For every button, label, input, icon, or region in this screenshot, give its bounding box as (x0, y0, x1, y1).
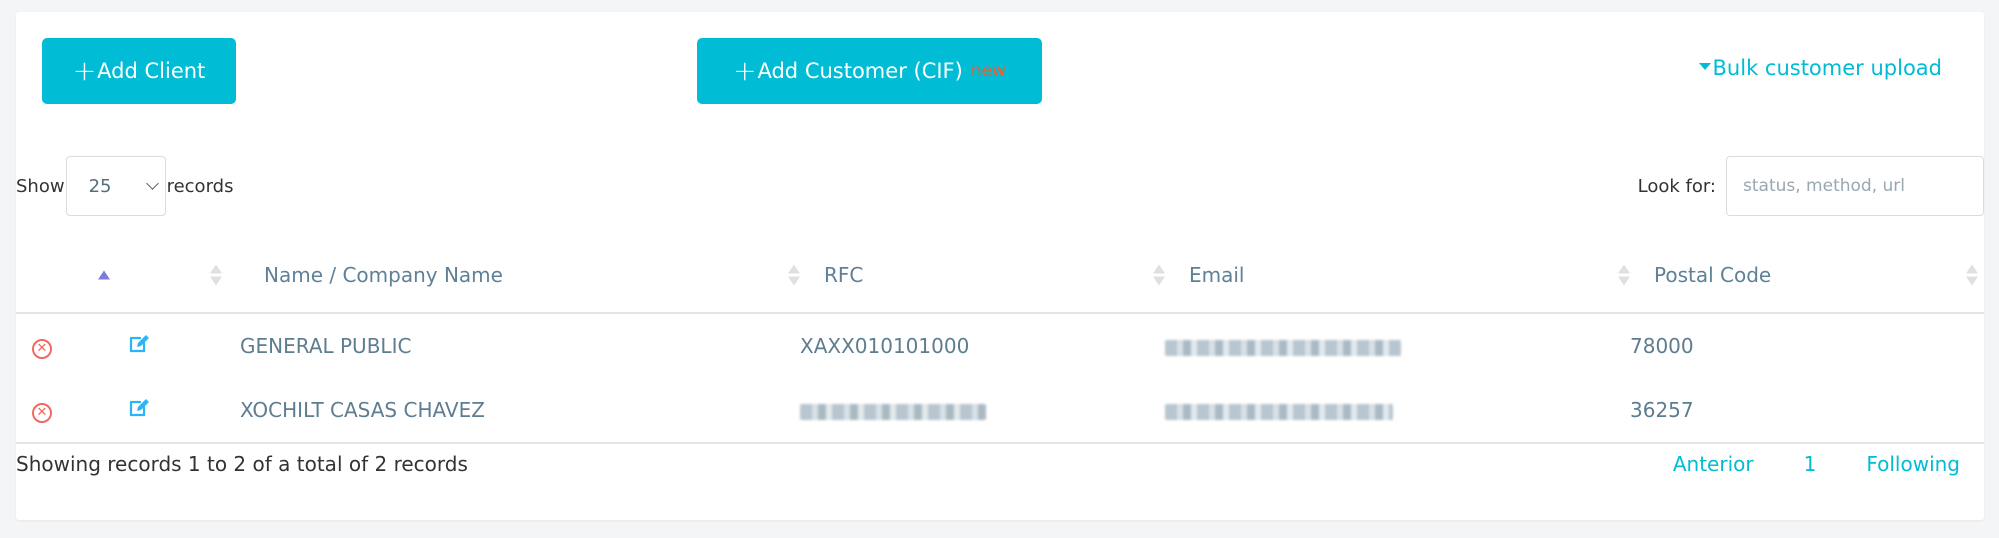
table-info: Showing records 1 to 2 of a total of 2 r… (16, 452, 468, 476)
pagination-next[interactable]: Following (1866, 452, 1960, 476)
clients-table: Name / Company Name RFC Email Postal Cod… (16, 238, 1984, 444)
client-postal-code: 36257 (1630, 398, 1694, 422)
client-name: XOCHILT CASAS CHAVEZ (240, 398, 485, 422)
add-client-label: Add Client (97, 59, 206, 83)
pagination-previous[interactable]: Anterior (1673, 452, 1754, 476)
records-per-page-select[interactable]: 25 (65, 156, 166, 216)
client-email-redacted (1165, 339, 1401, 356)
sort-icon (1153, 264, 1165, 286)
show-label: Show (16, 175, 65, 197)
bulk-upload-label: Bulk customer upload (1712, 56, 1942, 80)
column-header-name[interactable]: Name / Company Name (240, 238, 800, 314)
column-header-email[interactable]: Email (1165, 238, 1630, 314)
delete-icon[interactable]: ✕ (32, 338, 52, 359)
records-label: records (166, 175, 234, 197)
client-rfc: XAXX010101000 (800, 334, 970, 358)
edit-icon[interactable] (128, 397, 150, 424)
add-client-button[interactable]: + Add Client (42, 38, 236, 104)
client-email-redacted (1165, 403, 1393, 420)
column-label: RFC (824, 263, 864, 287)
column-label: Postal Code (1654, 263, 1772, 287)
sort-icon (1966, 264, 1978, 286)
table-row: ✕ GENERAL PUBLIC XAXX010101000 78000 (16, 313, 1984, 378)
caret-down-icon (1698, 62, 1711, 70)
client-postal-code: 78000 (1630, 334, 1694, 358)
bulk-customer-upload-toggle[interactable]: Bulk customer upload (1698, 56, 1942, 80)
search-control: Look for: (1638, 156, 1984, 216)
column-header-delete[interactable] (16, 238, 128, 314)
sort-icon (1618, 264, 1630, 286)
plus-icon: + (72, 54, 97, 87)
plus-icon: + (733, 54, 757, 87)
edit-icon[interactable] (128, 333, 150, 360)
add-customer-label: Add Customer (CIF) (757, 59, 963, 83)
clients-panel: + Add Client + Add Customer (CIF) new Bu… (16, 12, 1984, 520)
client-rfc-redacted (800, 403, 986, 420)
table-header-row: Name / Company Name RFC Email Postal Cod… (16, 238, 1984, 314)
records-length-control: Show 25 records (16, 156, 233, 216)
column-label: Name / Company Name (264, 263, 503, 287)
column-header-postal-code[interactable]: Postal Code (1630, 238, 1984, 314)
add-customer-cif-button[interactable]: + Add Customer (CIF) new (697, 38, 1042, 104)
delete-icon[interactable]: ✕ (32, 402, 52, 423)
sort-asc-icon (98, 270, 110, 280)
chevron-down-icon (145, 176, 159, 190)
new-badge: new (970, 61, 1006, 81)
search-input[interactable] (1726, 156, 1984, 216)
pagination-page-1[interactable]: 1 (1804, 452, 1817, 476)
column-header-rfc[interactable]: RFC (800, 238, 1165, 314)
sort-icon (788, 264, 800, 286)
pagination: Anterior 1 Following (1673, 452, 1960, 476)
sort-icon (210, 264, 222, 286)
records-per-page-value: 25 (88, 175, 112, 197)
column-header-edit[interactable] (128, 238, 240, 314)
table-row: ✕ XOCHILT CASAS CHAVEZ 36257 (16, 378, 1984, 444)
column-label: Email (1189, 263, 1245, 287)
client-name: GENERAL PUBLIC (240, 334, 412, 358)
search-label: Look for: (1637, 175, 1716, 197)
